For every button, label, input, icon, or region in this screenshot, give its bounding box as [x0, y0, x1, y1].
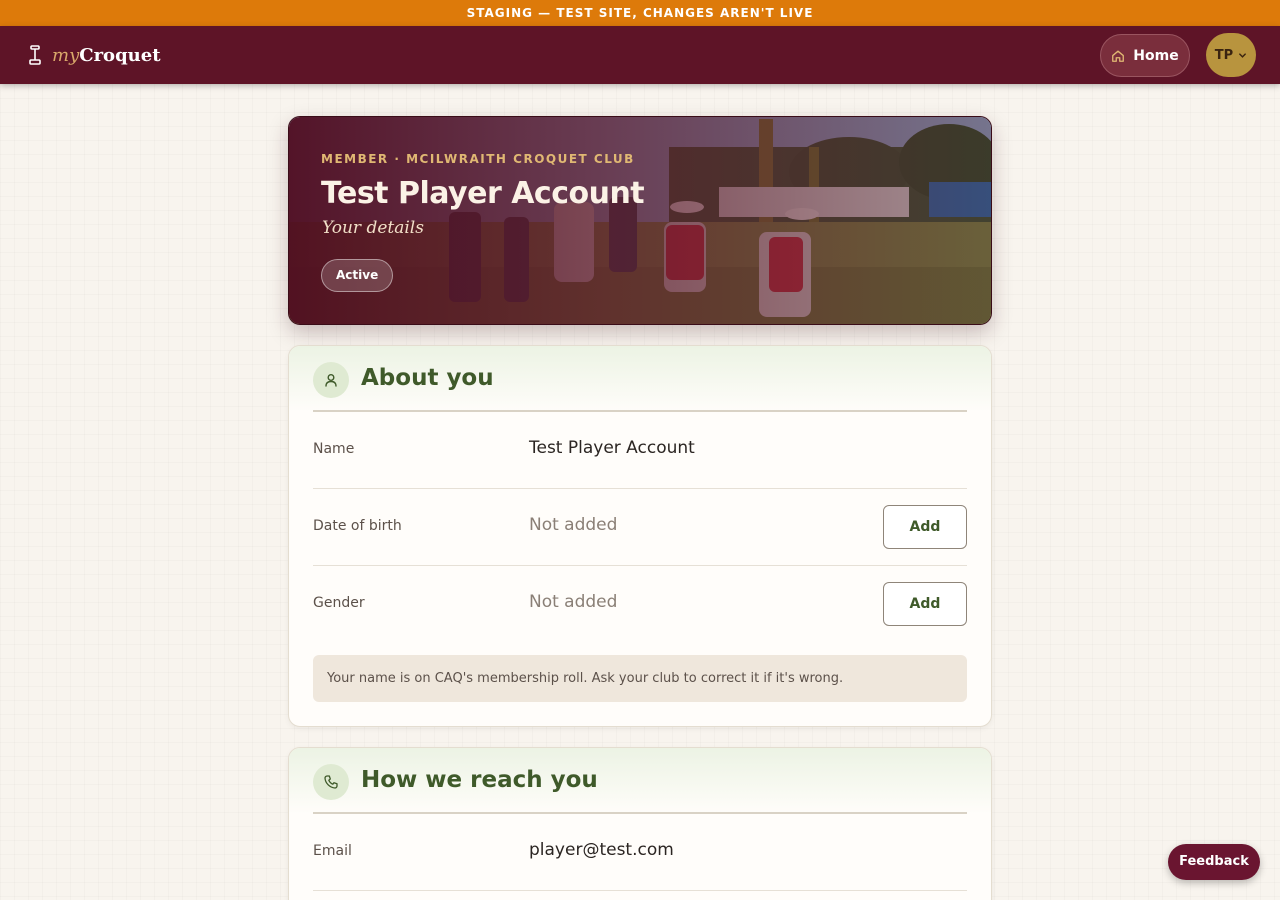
staging-banner: STAGING — TEST SITE, CHANGES AREN'T LIVE — [0, 0, 1280, 26]
field-label: Name — [313, 441, 355, 457]
field-row-date-of-birth: Date of birth Not added Add — [313, 489, 967, 566]
profile-hero: MEMBER · MCILWRAITH CROQUET CLUB Test Pl… — [288, 116, 992, 325]
phone-icon — [324, 775, 338, 789]
add-gender-button[interactable]: Add — [883, 582, 967, 626]
row-divider — [313, 890, 967, 891]
home-button[interactable]: Home — [1100, 34, 1190, 77]
how-we-reach-you-card: How we reach you Email player@test.com — [288, 747, 992, 900]
feedback-button[interactable]: Feedback — [1168, 844, 1260, 880]
add-date-of-birth-button[interactable]: Add — [883, 505, 967, 549]
field-row-name: Name Test Player Account — [313, 412, 967, 489]
status-badge: Active — [321, 259, 394, 292]
brand-suffix: Croquet — [79, 44, 161, 66]
membership-eyebrow: MEMBER · MCILWRAITH CROQUET CLUB — [321, 152, 635, 166]
field-label: Gender — [313, 595, 365, 611]
user-icon-badge — [313, 362, 349, 398]
field-value: player@test.com — [529, 840, 674, 860]
about-you-card: About you Name Test Player Account Date … — [288, 345, 992, 727]
field-label: Email — [313, 843, 352, 859]
field-row-email: Email player@test.com — [313, 814, 967, 891]
field-row-gender: Gender Not added Add — [313, 566, 967, 643]
membership-roll-note: Your name is on CAQ's membership roll. A… — [313, 655, 967, 702]
brand-logo[interactable]: myCroquet — [28, 42, 161, 68]
user-avatar-menu[interactable]: TP — [1206, 33, 1256, 77]
page-subtitle: Your details — [322, 218, 424, 238]
section-title: About you — [361, 365, 494, 391]
field-value: Not added — [529, 515, 618, 535]
field-value: Test Player Account — [529, 438, 695, 458]
home-label: Home — [1133, 47, 1179, 64]
home-icon — [1112, 50, 1125, 62]
field-value: Not added — [529, 592, 618, 612]
avatar-initials: TP — [1214, 47, 1234, 63]
chevron-down-icon — [1239, 52, 1247, 58]
page-title: Test Player Account — [321, 176, 645, 211]
field-label: Date of birth — [313, 518, 402, 534]
brand-prefix: my — [52, 44, 80, 66]
mallet-icon — [29, 45, 41, 65]
phone-icon-badge — [313, 764, 349, 800]
user-icon — [325, 374, 337, 387]
section-title: How we reach you — [361, 767, 598, 793]
top-navbar: myCroquet Home TP — [0, 26, 1280, 84]
brand-name: myCroquet — [52, 45, 161, 66]
